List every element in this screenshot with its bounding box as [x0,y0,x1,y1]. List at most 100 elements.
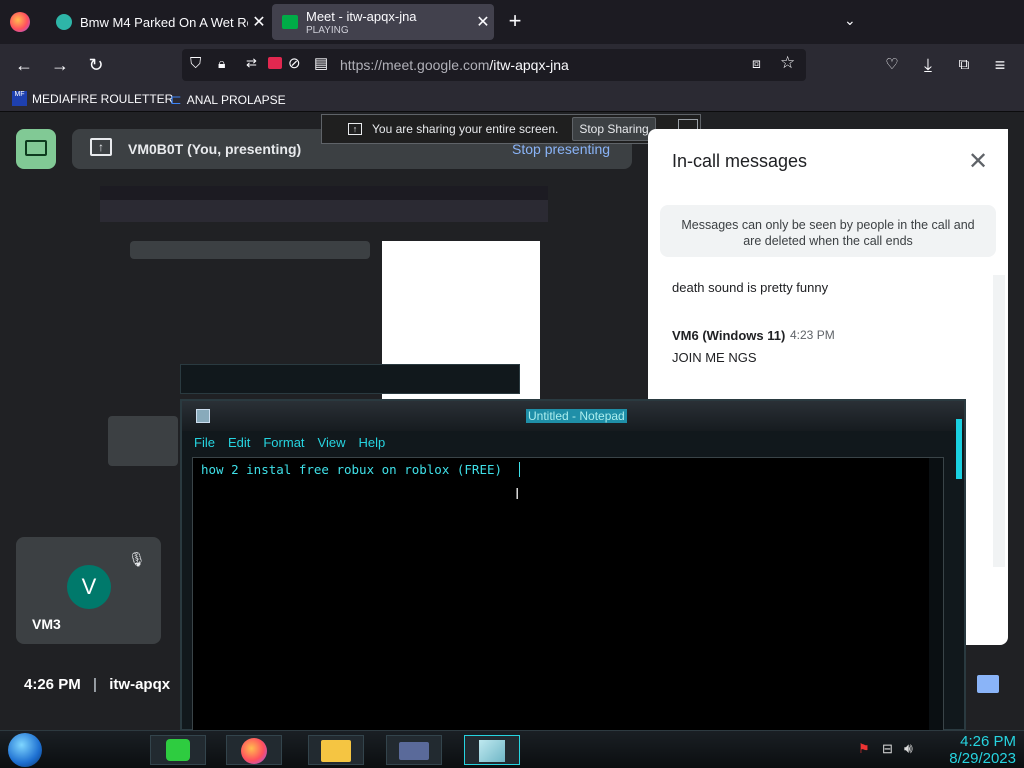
mediafire-icon: MF [12,91,27,106]
tab-meet[interactable]: Meet - itw-apqx-jna PLAYING ✕ [272,4,494,40]
preview-tile [108,416,178,466]
permissions-icon[interactable]: ⇄ [246,55,257,71]
picture-in-picture-icon[interactable]: ⧈ [752,55,761,72]
avatar: V [67,565,111,609]
flag-icon[interactable]: ⚑ [858,741,870,757]
reader-icon[interactable]: ▤ [314,54,328,72]
clock-time: 4:26 PM [960,733,1016,750]
close-tab-icon[interactable]: ✕ [472,12,494,32]
current-time: 4:26 PM [24,676,81,693]
close-tab-icon[interactable]: ✕ [248,12,270,32]
ibeam-cursor-icon: I [515,486,520,503]
bookmark-label: MEDIAFIRE ROULETTER [32,91,174,106]
url-text[interactable]: https://meet.google.com/itw-apqx-jna [340,57,569,73]
bookmark-label: ANAL PROLAPSE [186,92,286,107]
notes-app-icon [166,739,190,761]
meeting-code: itw-apqx [109,676,171,693]
taskbar: ⚑ ⊟ 🔊︎ 4:26 PM 8/29/2023 [0,730,1024,768]
start-button[interactable] [8,733,42,767]
chat-title: In-call messages [672,151,808,171]
chat-message: JOIN ME NGS [672,350,757,365]
present-icon: ↑ [90,138,112,156]
tab-bmw[interactable]: Bmw M4 Parked On A Wet Roa ✕ [44,4,270,40]
camera-off-icon[interactable]: ⊘ [288,54,301,72]
lock-icon[interactable]: 🔒︎ [218,55,225,72]
bookmark-anal-prolapse[interactable]: ⊏ ANAL PROLAPSE [170,91,286,108]
taskbar-app[interactable] [386,735,442,765]
text-caret [519,462,520,477]
menu-file[interactable]: File [194,435,215,455]
tab-title: Bmw M4 Parked On A Wet Roa [80,14,248,30]
pocket-icon[interactable]: ♡ [878,52,906,78]
window-edge [956,419,962,479]
share-message: You are sharing your entire screen. [372,122,559,136]
notepad-titlebar[interactable]: Untitled - Notepad [182,401,964,431]
chat-message: death sound is pretty funny [672,280,829,295]
participant-tile[interactable]: V 🎙︎ VM3 [16,537,161,644]
network-icon[interactable]: ⊟ [882,741,893,757]
screen-share-bar: ↑ You are sharing your entire screen. St… [321,114,701,144]
chat-sender: VM6 (Windows 11) [672,328,786,343]
separator: | [92,676,98,693]
bookmark-star-icon[interactable]: ☆ [780,53,795,73]
shield-icon[interactable]: ⛉ [190,55,201,72]
menu-format[interactable]: Format [263,435,304,455]
chat-notice: Messages can only be seen by people in t… [660,205,996,257]
tab-title-wrap: Meet - itw-apqx-jna PLAYING [306,9,472,36]
share-screen-icon: ↑ [348,123,362,135]
vertical-scrollbar[interactable] [929,458,943,730]
chat-icon[interactable] [977,675,999,693]
close-icon[interactable]: ✕ [968,147,988,176]
preview-banner [130,241,370,259]
extensions-icon[interactable]: ⧉ [950,52,978,78]
notepad-window: Untitled - Notepad File Edit Format View… [180,399,966,731]
url-path: /itw-apqx-jna [489,57,569,73]
menu-help[interactable]: Help [358,435,385,455]
tab-playing-label: PLAYING [306,24,349,36]
menu-edit[interactable]: Edit [228,435,250,455]
menu-view[interactable]: View [318,435,346,455]
bookmark-mediafire[interactable]: MF MEDIAFIRE ROULETTER [12,91,173,106]
stop-sharing-button[interactable]: Stop Sharing [572,117,656,141]
folder-icon [321,740,351,762]
preview-tabbar [100,186,548,200]
tab-bar: Bmw M4 Parked On A Wet Roa ✕ Meet - itw-… [0,0,1024,44]
firefox-icon [241,738,267,764]
list-tabs-chevron-icon[interactable]: ⌄ [844,12,856,29]
notepad-content: how 2 instal free robux on roblox (FREE) [201,462,503,477]
clock-date: 8/29/2023 [949,750,1016,767]
layout-icon [25,140,47,156]
window-icon [399,742,429,760]
firefox-menu-icon[interactable] [10,12,30,32]
url-bar[interactable]: ⛉ 🔒︎ ⇄ ⊘ ▤ https://meet.google.com/itw-a… [182,49,806,81]
taskbar-notepad[interactable] [464,735,520,765]
download-icon[interactable]: ⤓ [914,52,942,78]
notepad-text-area[interactable]: how 2 instal free robux on roblox (FREE)… [192,457,944,731]
volume-icon[interactable]: 🔊︎ [904,740,913,757]
chat-scrollbar[interactable] [993,275,1005,567]
taskbar-file-explorer[interactable] [308,735,364,765]
taskbar-firefox[interactable] [226,735,282,765]
meet-tab-favicon-icon [56,14,72,30]
bookmarks-bar: MF MEDIAFIRE ROULETTER ⊏ ANAL PROLAPSE [0,86,1024,112]
mic-off-icon: 🎙︎ [128,551,146,567]
layout-button[interactable] [16,129,56,169]
bookmark-icon: ⊏ [170,91,182,107]
forward-icon[interactable]: → [46,52,74,78]
new-tab-button[interactable]: + [504,8,526,34]
meeting-time: 4:26 PM | itw-apqx [24,676,170,693]
chat-time: 4:23 PM [790,328,835,342]
url-host: https://meet.google.com [340,57,490,73]
system-clock[interactable]: 4:26 PM 8/29/2023 [930,733,1016,767]
window-title: Untitled - Notepad [526,409,627,423]
back-icon[interactable]: ← [10,52,38,78]
taskbar-notes-app[interactable] [150,735,206,765]
menu-icon[interactable]: ≡ [986,52,1014,78]
preview-notepad [180,364,520,394]
participant-name: VM3 [32,616,61,632]
reload-icon[interactable]: ↻ [82,52,110,78]
preview-navbar [100,200,548,222]
notepad-taskbar-icon [479,740,505,762]
screen-share-indicator-icon[interactable] [268,57,282,69]
presenter-name: VM0B0T (You, presenting) [128,141,302,157]
